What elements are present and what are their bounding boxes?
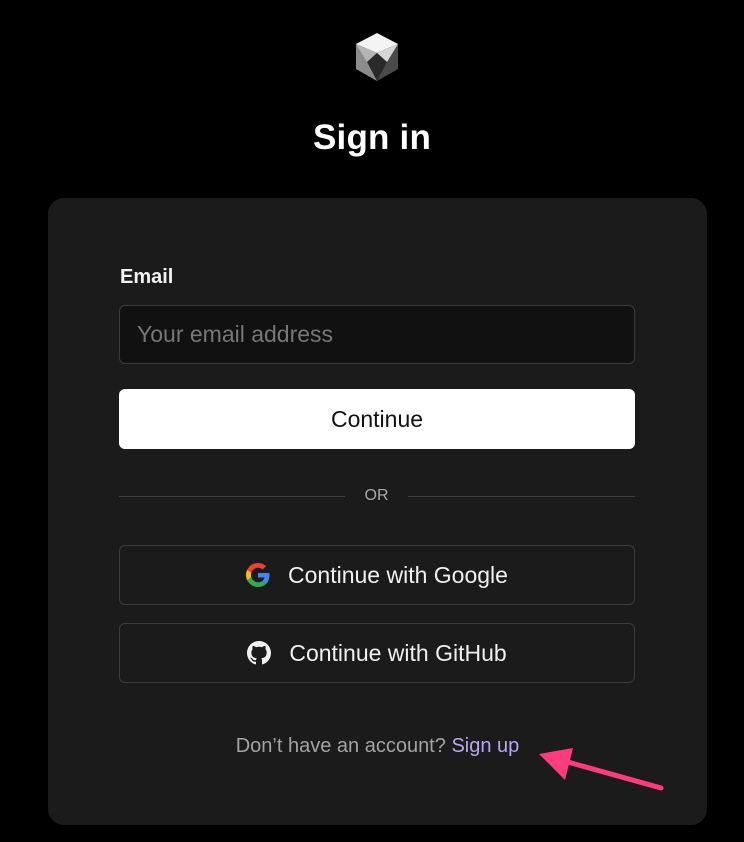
signup-link[interactable]: Sign up [451, 735, 519, 757]
arrow-icon [539, 748, 664, 791]
sign-in-card: Email Continue OR Continue with Google [48, 198, 707, 825]
github-button-label: Continue with GitHub [289, 639, 507, 666]
github-icon [247, 641, 272, 665]
cube-logo-icon [356, 33, 398, 81]
divider-line-right [408, 496, 635, 497]
email-label: Email [120, 266, 174, 288]
google-icon [246, 563, 270, 587]
divider-text: OR [364, 487, 389, 504]
page-title: Sign in [312, 118, 432, 157]
continue-with-google-button[interactable]: Continue with Google [119, 545, 635, 605]
continue-with-github-button[interactable]: Continue with GitHub [119, 623, 635, 683]
or-divider: OR [119, 486, 635, 506]
email-field[interactable] [119, 305, 635, 364]
continue-button[interactable]: Continue [119, 389, 635, 449]
divider-line-left [119, 496, 345, 497]
signup-prompt-text: Don’t have an account? [235, 735, 446, 757]
google-button-label: Continue with Google [288, 561, 508, 588]
sign-in-page: Sign in Email Continue OR Continue with … [0, 0, 744, 842]
